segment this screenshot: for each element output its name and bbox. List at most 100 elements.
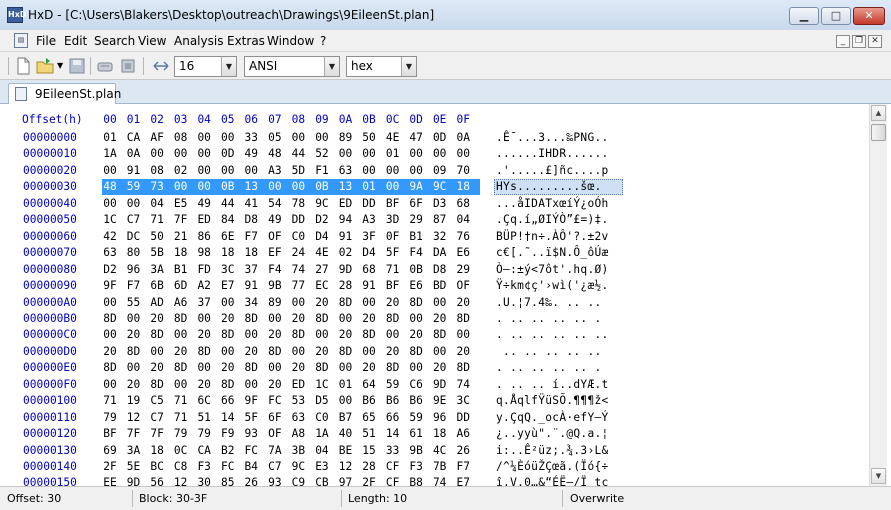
hex-byte[interactable]: 01 [384,147,402,160]
hex-pane[interactable]: Offset(h) 00 01 02 03 04 05 06 07 08 09 0A 0B 0C 0D 0E… [0,104,869,486]
hex-byte[interactable]: 00 [431,345,449,358]
decoded-text[interactable]: c€[.˜..ï$N.Ô_ôÚæ [496,246,609,259]
hex-row[interactable]: 00000140 2F 5E BC C8 F3 FC B4 C7 9C E3 12 28 CF F3 7B F7… [0,460,869,476]
hex-byte[interactable]: C7 [148,411,166,424]
hex-byte[interactable]: 28 [337,279,355,292]
hex-byte[interactable]: 00 [101,328,119,341]
hex-byte[interactable]: 0D [219,147,237,160]
hex-byte[interactable]: 78 [289,197,307,210]
hex-byte[interactable]: 00 [219,131,237,144]
hex-byte[interactable]: 87 [431,213,449,226]
hex-byte[interactable]: 40 [337,427,355,440]
hex-byte[interactable]: 21 [172,230,190,243]
hex-byte[interactable]: CB [313,476,331,486]
hex-byte[interactable]: 9F [242,394,260,407]
hex-byte[interactable]: 00 [313,328,331,341]
hex-byte[interactable]: 55 [125,296,143,309]
charset-select[interactable]: ANSI ▼ [244,56,340,77]
hex-byte[interactable]: BF [384,279,402,292]
hex-byte[interactable]: 1C [101,213,119,226]
chevron-down-icon[interactable]: ▼ [324,57,339,76]
hex-byte[interactable]: 63 [289,411,307,424]
hex-byte[interactable]: 0B [313,180,331,193]
decoded-text[interactable]: .Ê¯...3...‰PNG.. [496,131,609,144]
open-folder-icon[interactable] [36,57,54,75]
hex-byte[interactable]: 8D [125,345,143,358]
hex-byte[interactable]: 50 [148,230,166,243]
hex-byte[interactable]: BC [148,460,166,473]
decoded-text[interactable]: .Çq.í„ØIÝÒ”£=)‡. [496,213,609,226]
hex-byte[interactable]: 97 [337,476,355,486]
hex-byte[interactable]: 47 [407,131,425,144]
hex-byte[interactable]: 00 [125,361,143,374]
hex-byte[interactable]: 13 [242,180,260,193]
decoded-text[interactable]: .U.¦7.4‰. .. .. [496,296,609,309]
hex-byte[interactable]: 9D [125,476,143,486]
hex-byte[interactable]: 00 [384,164,402,177]
hex-byte[interactable]: 8D [407,296,425,309]
open-disk-icon[interactable] [96,57,114,75]
hex-byte[interactable]: 8D [337,296,355,309]
maximize-button[interactable]: □ [821,7,851,25]
hex-row[interactable]: 00000010 1A 0A 00 00 00 0D 49 48 44 52 00 00 01 00 00 00… [0,147,869,163]
hex-byte[interactable]: 8D [313,312,331,325]
menu-analysis[interactable]: Analysis [174,34,223,48]
hex-byte[interactable]: 7F [148,427,166,440]
hex-byte[interactable]: DC [125,230,143,243]
hex-byte[interactable]: 0A [125,147,143,160]
hex-byte[interactable]: ED [337,197,355,210]
hex-byte[interactable]: 8D [384,361,402,374]
hex-byte[interactable]: B2 [219,444,237,457]
hex-byte[interactable]: E5 [172,197,190,210]
hex-byte[interactable]: CF [384,460,402,473]
hex-byte[interactable]: OF [266,427,284,440]
selected-hex-row[interactable]: 00000030 48 59 73 00 00 0B 13 00 00 0B 13 01 00 9A 9C 18… [0,179,869,196]
hex-byte[interactable]: 8D [407,345,425,358]
hex-byte[interactable]: 8D [172,312,190,325]
menu-window[interactable]: Window [267,34,314,48]
hex-byte[interactable]: 15 [360,444,378,457]
hex-byte[interactable]: 12 [337,460,355,473]
hex-byte[interactable]: 00 [337,312,355,325]
hex-byte[interactable]: 84 [219,213,237,226]
hex-byte[interactable]: 8D [219,378,237,391]
hex-byte[interactable]: 20 [384,296,402,309]
hex-byte[interactable]: 00 [384,328,402,341]
hex-byte[interactable]: 9C [313,197,331,210]
hex-byte[interactable]: 20 [337,328,355,341]
hex-byte[interactable]: 26 [242,476,260,486]
hex-byte[interactable]: 00 [360,147,378,160]
hex-row[interactable]: 00000000 01 CA AF 08 00 00 33 05 00 00 89 50 4E 47 0D 0A… [0,131,869,147]
hex-byte[interactable]: 29 [407,213,425,226]
hex-byte[interactable]: BD [431,279,449,292]
hex-byte[interactable]: 59 [125,180,143,193]
mdi-minimize-icon[interactable]: _ [836,35,850,48]
hex-byte[interactable]: 20 [101,345,119,358]
hex-byte[interactable]: 80 [125,246,143,259]
hex-byte[interactable]: 01 [101,131,119,144]
hex-byte[interactable]: 27 [313,263,331,276]
scroll-thumb[interactable] [871,124,886,141]
hex-byte[interactable]: 3B [289,444,307,457]
hex-byte[interactable]: 53 [289,394,307,407]
hex-byte[interactable]: 00 [125,312,143,325]
hex-byte[interactable]: C7 [125,213,143,226]
hex-byte[interactable]: 14 [219,411,237,424]
hex-byte[interactable]: 00 [195,164,213,177]
hex-byte[interactable]: D8 [242,213,260,226]
hex-row[interactable]: 000000A0 00 55 AD A6 37 00 34 89 00 20 8D 00 20 8D 00 20… [0,296,869,312]
hex-byte[interactable]: 01 [337,378,355,391]
hex-byte[interactable]: 8D [148,328,166,341]
hex-byte[interactable]: 79 [195,427,213,440]
scroll-down-icon[interactable]: ▼ [871,468,886,484]
decoded-text[interactable]: BÜP!†n÷.ÀÔ'?.±2v [496,230,609,243]
hex-byte[interactable]: 8D [148,378,166,391]
hex-byte[interactable]: 20 [242,345,260,358]
hex-byte[interactable]: 3A [125,444,143,457]
hex-byte[interactable]: 9F [101,279,119,292]
open-ram-icon[interactable] [119,57,137,75]
hex-byte[interactable]: 0A [454,131,472,144]
hex-byte[interactable]: 00 [172,378,190,391]
hex-byte[interactable]: 20 [219,312,237,325]
hex-byte[interactable]: BF [101,427,119,440]
